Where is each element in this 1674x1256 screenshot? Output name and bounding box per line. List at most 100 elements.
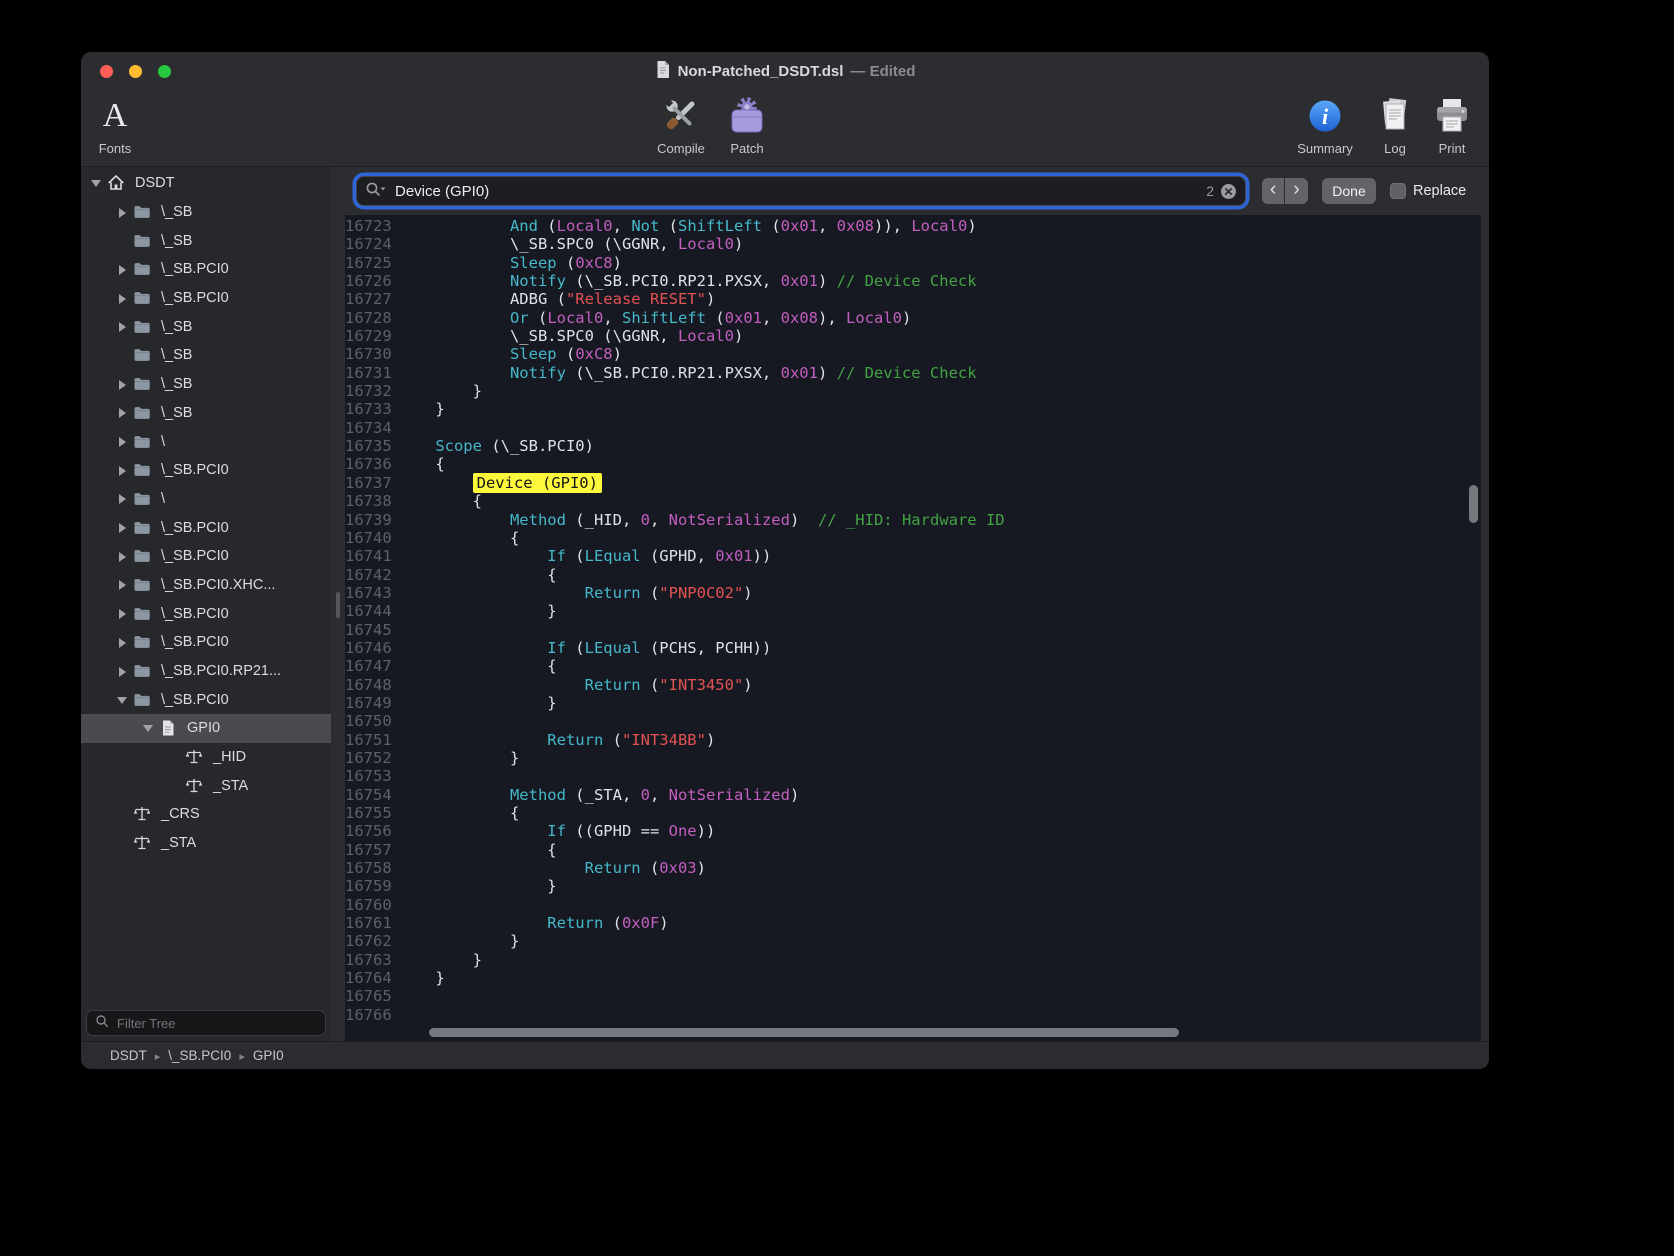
tree-item[interactable]: \_SB bbox=[81, 198, 331, 227]
disclosure-triangle-icon[interactable] bbox=[115, 549, 129, 563]
find-input[interactable] bbox=[393, 182, 1200, 201]
done-button[interactable]: Done bbox=[1322, 178, 1376, 204]
code-line: 16747{ bbox=[345, 657, 1481, 675]
line-number: 16725 bbox=[345, 254, 398, 272]
disclosure-triangle-icon[interactable] bbox=[141, 721, 155, 735]
tree-item[interactable]: \_SB.PCI0 bbox=[81, 255, 331, 284]
find-next-button[interactable]: › bbox=[1285, 178, 1308, 204]
find-previous-button[interactable]: ‹ bbox=[1262, 178, 1285, 204]
line-number: 16741 bbox=[345, 547, 398, 565]
line-number: 16738 bbox=[345, 492, 398, 510]
disclosure-triangle-icon[interactable] bbox=[115, 635, 129, 649]
line-number: 16766 bbox=[345, 1006, 398, 1024]
tree-item[interactable]: DSDT bbox=[81, 169, 331, 198]
method-icon bbox=[184, 776, 204, 796]
folder-icon bbox=[132, 518, 152, 538]
search-scope-icon[interactable] bbox=[365, 181, 387, 202]
print-button[interactable]: Print bbox=[1407, 92, 1489, 156]
tree-item[interactable]: GPI0 bbox=[81, 714, 331, 743]
tree-item[interactable]: \_SB bbox=[81, 399, 331, 428]
tree-item[interactable]: _CRS bbox=[81, 800, 331, 829]
disclosure-triangle-icon[interactable] bbox=[115, 406, 129, 420]
folder-icon bbox=[132, 604, 152, 624]
code-line: 16750 bbox=[345, 712, 1481, 730]
method-icon bbox=[132, 833, 152, 853]
patch-button[interactable]: Patch bbox=[702, 92, 792, 156]
tree-item[interactable]: \ bbox=[81, 427, 331, 456]
tree-item[interactable]: \_SB bbox=[81, 341, 331, 370]
disclosure-triangle-icon[interactable] bbox=[89, 176, 103, 190]
code-line: 16737Device (GPI0) bbox=[345, 474, 1481, 492]
line-number: 16739 bbox=[345, 511, 398, 529]
line-number: 16763 bbox=[345, 951, 398, 969]
tree-item[interactable]: _STA bbox=[81, 829, 331, 858]
disclosure-triangle-icon[interactable] bbox=[115, 320, 129, 334]
filter-tree-field[interactable] bbox=[86, 1010, 326, 1036]
tree-item[interactable]: _STA bbox=[81, 771, 331, 800]
disclosure-triangle-icon[interactable] bbox=[115, 492, 129, 506]
disclosure-triangle-icon[interactable] bbox=[115, 607, 129, 621]
fonts-button[interactable]: A Fonts bbox=[81, 92, 160, 156]
replace-label: Replace bbox=[1413, 183, 1466, 199]
code-editor[interactable]: 16723And (Local0, Not (ShiftLeft (0x01, … bbox=[345, 215, 1481, 1041]
line-number: 16762 bbox=[345, 932, 398, 950]
disclosure-triangle-icon[interactable] bbox=[115, 463, 129, 477]
replace-checkbox[interactable] bbox=[1390, 183, 1406, 199]
folder-icon bbox=[132, 575, 152, 595]
disclosure-triangle-icon[interactable] bbox=[115, 664, 129, 678]
filter-tree-input[interactable] bbox=[115, 1015, 317, 1032]
line-number: 16740 bbox=[345, 529, 398, 547]
tree-item[interactable]: \ bbox=[81, 485, 331, 514]
minimize-button[interactable] bbox=[129, 65, 142, 78]
close-button[interactable] bbox=[100, 65, 113, 78]
line-number: 16742 bbox=[345, 566, 398, 584]
code-line: 16735Scope (\_SB.PCI0) bbox=[345, 437, 1481, 455]
disclosure-triangle-icon[interactable] bbox=[115, 693, 129, 707]
folder-icon bbox=[132, 202, 152, 222]
disclosure-triangle-icon[interactable] bbox=[115, 521, 129, 535]
tree-item[interactable]: \_SB.PCI0 bbox=[81, 513, 331, 542]
line-number: 16737 bbox=[345, 474, 398, 492]
sidebar: DSDT\_SB\_SB\_SB.PCI0\_SB.PCI0\_SB\_SB\_… bbox=[81, 167, 331, 1041]
line-number: 16754 bbox=[345, 786, 398, 804]
disclosure-triangle-icon[interactable] bbox=[115, 262, 129, 276]
folder-icon bbox=[132, 460, 152, 480]
disclosure-triangle-icon[interactable] bbox=[115, 291, 129, 305]
tree-item[interactable]: \_SB.PCI0 bbox=[81, 628, 331, 657]
method-icon bbox=[132, 804, 152, 824]
line-number: 16726 bbox=[345, 272, 398, 290]
disclosure-spacer bbox=[115, 836, 129, 850]
line-number: 16729 bbox=[345, 327, 398, 345]
disclosure-triangle-icon[interactable] bbox=[115, 578, 129, 592]
line-number: 16733 bbox=[345, 400, 398, 418]
zoom-button[interactable] bbox=[158, 65, 171, 78]
tree-item[interactable]: \_SB.PCI0 bbox=[81, 542, 331, 571]
tree-item-label: \_SB.PCI0 bbox=[161, 634, 229, 650]
tree-item[interactable]: \_SB bbox=[81, 226, 331, 255]
tree-item[interactable]: \_SB.PCI0 bbox=[81, 456, 331, 485]
horizontal-scrollbar[interactable] bbox=[429, 1028, 1179, 1037]
line-number: 16752 bbox=[345, 749, 398, 767]
tree-item[interactable]: \_SB.PCI0 bbox=[81, 599, 331, 628]
disclosure-triangle-icon[interactable] bbox=[115, 377, 129, 391]
tree-item[interactable]: \_SB bbox=[81, 312, 331, 341]
tree-item[interactable]: _HID bbox=[81, 743, 331, 772]
splitter-grip-icon[interactable] bbox=[336, 592, 340, 618]
code-line: 16757{ bbox=[345, 841, 1481, 859]
tree-item[interactable]: \_SB bbox=[81, 370, 331, 399]
disclosure-triangle-icon[interactable] bbox=[115, 435, 129, 449]
tree-item[interactable]: \_SB.PCI0.XHC... bbox=[81, 571, 331, 600]
code-line: 16762} bbox=[345, 932, 1481, 950]
tree-item[interactable]: \_SB.PCI0 bbox=[81, 284, 331, 313]
line-number: 16756 bbox=[345, 822, 398, 840]
vertical-scrollbar[interactable] bbox=[1469, 485, 1478, 523]
tree-item[interactable]: \_SB.PCI0.RP21... bbox=[81, 657, 331, 686]
line-number: 16723 bbox=[345, 217, 398, 235]
tree-item[interactable]: \_SB.PCI0 bbox=[81, 685, 331, 714]
find-field[interactable]: 2 bbox=[356, 176, 1246, 206]
tree-item-label: \_SB.PCI0 bbox=[161, 462, 229, 478]
pane-splitter[interactable] bbox=[331, 167, 345, 1041]
disclosure-triangle-icon[interactable] bbox=[115, 205, 129, 219]
line-number: 16730 bbox=[345, 345, 398, 363]
clear-search-icon[interactable] bbox=[1220, 183, 1237, 200]
